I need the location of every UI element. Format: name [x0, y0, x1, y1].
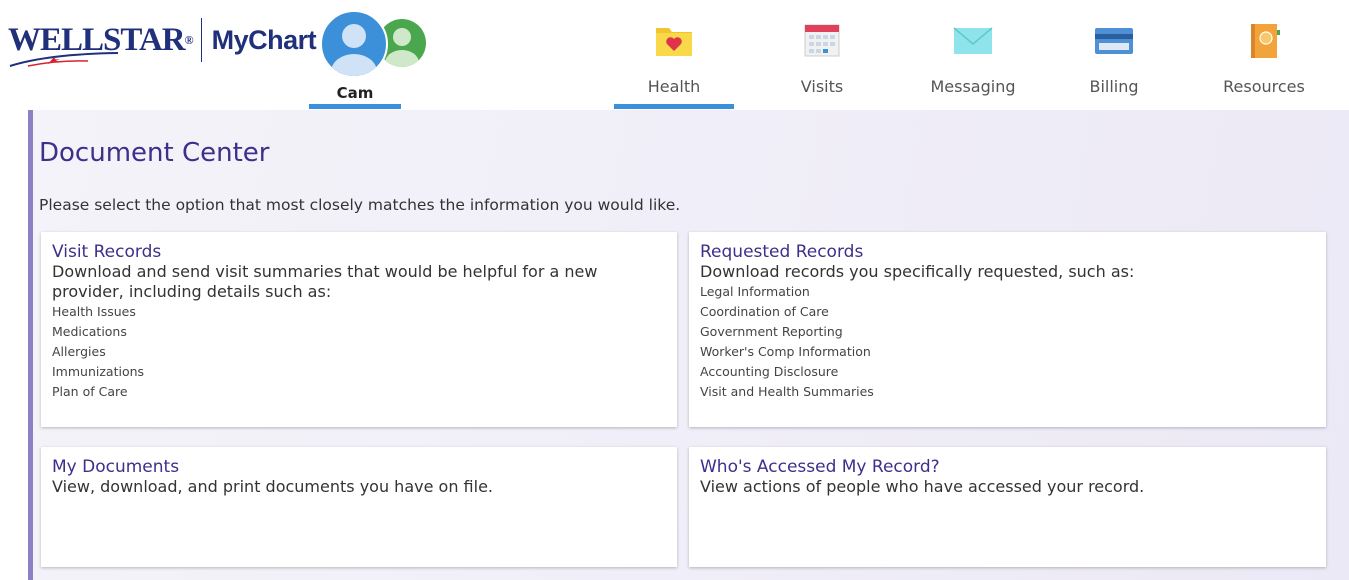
whos-accessed-record-card[interactable]: Who's Accessed My Record? View actions o…: [689, 447, 1326, 567]
list-item: Accounting Disclosure: [700, 364, 839, 379]
card-items: Legal Information Coordination of Care G…: [700, 282, 1315, 402]
card-description: View actions of people who have accessed…: [700, 477, 1145, 496]
nav-visits-label: Visits: [800, 77, 844, 96]
credit-card-icon: [1095, 28, 1133, 54]
person-silhouette-icon: [331, 24, 377, 76]
list-item: Visit and Health Summaries: [700, 384, 874, 399]
book-icon: [1251, 24, 1280, 58]
list-item: Plan of Care: [52, 384, 128, 399]
main-nav: Health Visits Messaging Billing Resource…: [614, 0, 1324, 110]
card-title[interactable]: My Documents: [52, 457, 666, 477]
top-header: WELLSTAR® MyChart Cam Health Visits Mess…: [0, 0, 1349, 110]
requested-records-card[interactable]: Requested Records Download records you s…: [689, 232, 1326, 427]
current-user-avatar[interactable]: [320, 10, 388, 78]
nav-health-label: Health: [647, 77, 701, 96]
list-item: Allergies: [52, 344, 106, 359]
list-item: Government Reporting: [700, 324, 843, 339]
nav-messaging-label: Messaging: [930, 77, 1016, 96]
visit-records-card[interactable]: Visit Records Download and send visit su…: [41, 232, 677, 427]
folder-heart-icon: [656, 28, 692, 56]
nav-resources[interactable]: Resources: [1204, 0, 1324, 110]
registered-mark: ®: [184, 33, 194, 47]
nav-health[interactable]: Health: [614, 0, 734, 110]
document-center-panel: Document Center Please select the option…: [28, 110, 1349, 580]
card-description: View, download, and print documents you …: [52, 477, 493, 496]
calendar-icon: [804, 24, 840, 57]
user-active-indicator: [309, 104, 401, 109]
page-description: Please select the option that most close…: [39, 196, 681, 214]
user-switcher[interactable]: Cam: [309, 0, 426, 110]
swoosh-star-icon: [9, 52, 119, 67]
mychart-wordmark: MyChart: [211, 24, 317, 55]
my-documents-card[interactable]: My Documents View, download, and print d…: [41, 447, 677, 567]
list-item: Coordination of Care: [700, 304, 829, 319]
current-user-name: Cam: [336, 84, 374, 102]
list-item: Worker's Comp Information: [700, 344, 871, 359]
list-item: Legal Information: [700, 284, 810, 299]
card-title[interactable]: Visit Records: [52, 242, 666, 262]
card-description: Download records you specifically reques…: [700, 262, 1135, 281]
list-item: Health Issues: [52, 304, 136, 319]
card-items: Health Issues Medications Allergies Immu…: [52, 302, 666, 402]
nav-active-indicator: [614, 104, 734, 109]
nav-billing[interactable]: Billing: [1058, 0, 1170, 110]
nav-messaging[interactable]: Messaging: [910, 0, 1036, 110]
card-description: Download and send visit summaries that w…: [52, 262, 598, 301]
wellstar-mychart-logo[interactable]: WELLSTAR® MyChart: [8, 18, 317, 67]
logo-divider: [200, 18, 202, 62]
wellstar-wordmark: WELLSTAR®: [8, 20, 194, 67]
nav-visits[interactable]: Visits: [762, 0, 882, 110]
envelope-icon: [953, 27, 993, 54]
page-title: Document Center: [39, 138, 270, 168]
nav-resources-label: Resources: [1223, 77, 1305, 96]
card-title[interactable]: Requested Records: [700, 242, 1315, 262]
list-item: Medications: [52, 324, 127, 339]
list-item: Immunizations: [52, 364, 145, 379]
nav-billing-label: Billing: [1089, 77, 1139, 96]
card-title[interactable]: Who's Accessed My Record?: [700, 457, 1315, 477]
